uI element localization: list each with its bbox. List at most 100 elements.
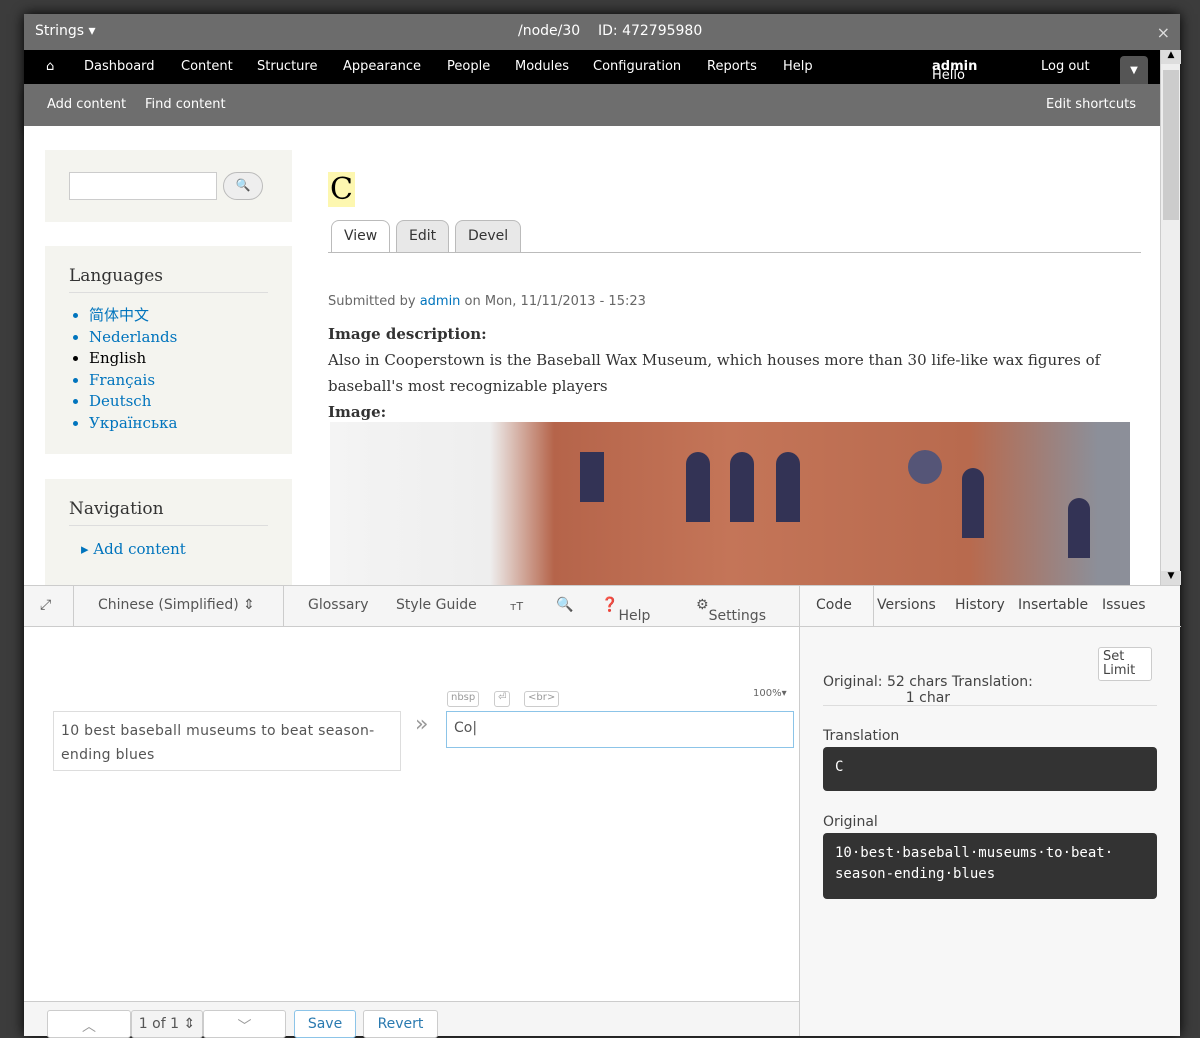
search-icon[interactable]: 🔍 [556,597,573,613]
zoom-select[interactable]: 100%▾ [753,688,787,699]
node-body: Image description: Also in Cooperstown i… [328,321,1138,425]
menu-modules[interactable]: Modules [515,59,569,74]
br-button[interactable]: <br> [524,691,560,707]
help-button[interactable]: ❓ Help [601,597,650,624]
node-path: /node/30 ID: 472795980 [518,23,702,39]
nav-add-content-label: Add content [93,540,186,558]
author-link[interactable]: admin [420,294,461,309]
revert-button[interactable]: Revert [363,1010,438,1038]
language-link[interactable]: Nederlands [89,327,292,349]
translation-window: Strings ▾ /node/30 ID: 472795980 × ⌂ Das… [24,14,1181,1038]
pager-select[interactable]: 1 of 1 ⇕ [131,1010,203,1038]
admin-toolbar: ⌂ Dashboard Content Structure Appearance… [24,50,1160,84]
settings-button[interactable]: ⚙ Settings [696,597,766,624]
nbsp-button[interactable]: nbsp [447,691,480,707]
round-window [908,450,942,484]
search-input[interactable] [69,172,217,200]
divider [873,586,874,627]
copy-arrow-icon[interactable]: » [415,712,428,737]
settings-label: Settings [708,608,766,624]
navigation-title: Navigation [69,499,268,526]
window-shape [962,468,984,538]
menu-appearance[interactable]: Appearance [343,59,421,74]
image-desc-label: Image description: [328,325,487,343]
style-guide-button[interactable]: Style Guide [396,597,477,613]
tab-versions[interactable]: Versions [877,597,936,613]
window-shape [730,452,754,522]
translation-editor: ⤢ Chinese (Simplified) ⇕ Glossary Style … [24,585,1181,1038]
chevron-down-icon[interactable]: ▼ [1120,56,1148,84]
original-code: 10·best·baseball·museums·to·beat· season… [823,833,1157,899]
tabs-divider [328,252,1141,253]
original-label: Original [823,814,878,830]
submitted-prefix: Submitted by [328,294,420,309]
set-limit-button[interactable]: Set Limit [1098,647,1152,681]
tab-code[interactable]: Code [816,597,852,613]
search-button[interactable]: 🔍 [223,172,263,200]
home-icon[interactable]: ⌂ [46,59,54,74]
editor-toolbar: ⤢ Chinese (Simplified) ⇕ Glossary Style … [24,586,799,627]
glossary-button[interactable]: Glossary [308,597,369,613]
image-description: Also in Cooperstown is the Baseball Wax … [328,351,1101,395]
tab-view[interactable]: View [331,220,391,253]
languages-block: Languages 简体中文 Nederlands English França… [45,246,292,454]
text-size-icon[interactable]: ᴛT [510,600,523,613]
language-select[interactable]: Chinese (Simplified) ⇕ [98,597,255,613]
translation-text: Co [454,720,473,736]
menu-configuration[interactable]: Configuration [593,59,681,74]
menu-reports[interactable]: Reports [707,59,757,74]
menu-people[interactable]: People [447,59,490,74]
language-link[interactable]: Українська [89,413,292,435]
navigation-block: Navigation ▸ Add content [45,479,292,585]
tab-history[interactable]: History [955,597,1005,613]
menu-help[interactable]: Help [783,59,813,74]
logout-link[interactable]: Log out [1041,59,1090,74]
translation-input[interactable]: Co| [446,711,794,748]
tab-devel[interactable]: Devel [455,220,522,253]
editor-footer: ︿ 1 of 1 ⇕ ﹀ Save Revert [24,1001,799,1038]
hello-text: Hello [932,68,965,83]
submitted-info: Submitted by admin on Mon, 11/11/2013 - … [328,294,646,309]
counts-text: Original: 52 chars Translation: [823,674,1033,690]
original-string: 10 best baseball museums to beat season-… [53,711,401,771]
edit-shortcuts[interactable]: Edit shortcuts [1046,97,1136,112]
language-link[interactable]: Deutsch [89,391,292,413]
newline-button[interactable]: ⏎ [494,691,511,707]
museum-image [330,422,1130,585]
submitted-date: on Mon, 11/11/2013 - 15:23 [460,294,646,309]
nav-add-content[interactable]: ▸ Add content [81,540,292,558]
menu-structure[interactable]: Structure [257,59,317,74]
language-link[interactable]: 简体中文 [89,305,292,327]
hello-user: Hello admin [932,59,977,83]
page-scrollbar[interactable]: ▲ ▼ [1160,50,1181,585]
tab-edit[interactable]: Edit [396,220,450,253]
next-button[interactable]: ﹀ [203,1010,286,1038]
window-shape [776,452,800,522]
image-label: Image: [328,403,387,421]
page-content: 🔍 Languages 简体中文 Nederlands English Fran… [24,126,1160,585]
languages-title: Languages [69,266,268,293]
strings-menu[interactable]: Strings ▾ [35,23,96,39]
window-shape [580,452,604,502]
search-block: 🔍 [45,150,292,222]
scroll-thumb[interactable] [1163,70,1179,220]
previous-button[interactable]: ︿ [47,1010,131,1038]
counts-text-2: 1 char [905,690,951,706]
tab-insertable[interactable]: Insertable [1018,597,1088,613]
language-link[interactable]: Français [89,370,292,392]
scroll-down-icon[interactable]: ▼ [1161,571,1181,585]
translation-code: C [823,747,1157,791]
close-icon[interactable]: × [1157,23,1170,42]
save-button[interactable]: Save [294,1010,356,1038]
shortcut-add-content[interactable]: Add content [47,97,126,112]
menu-content[interactable]: Content [181,59,233,74]
page-title: C [328,172,355,207]
divider [283,586,284,627]
shortcut-find-content[interactable]: Find content [145,97,226,112]
tab-issues[interactable]: Issues [1102,597,1146,613]
shortcuts-bar: Add content Find content Edit shortcuts [24,84,1160,126]
help-label: Help [618,608,651,624]
scroll-up-icon[interactable]: ▲ [1161,50,1181,64]
menu-dashboard[interactable]: Dashboard [84,59,155,74]
expand-icon[interactable]: ⤢ [40,597,51,613]
